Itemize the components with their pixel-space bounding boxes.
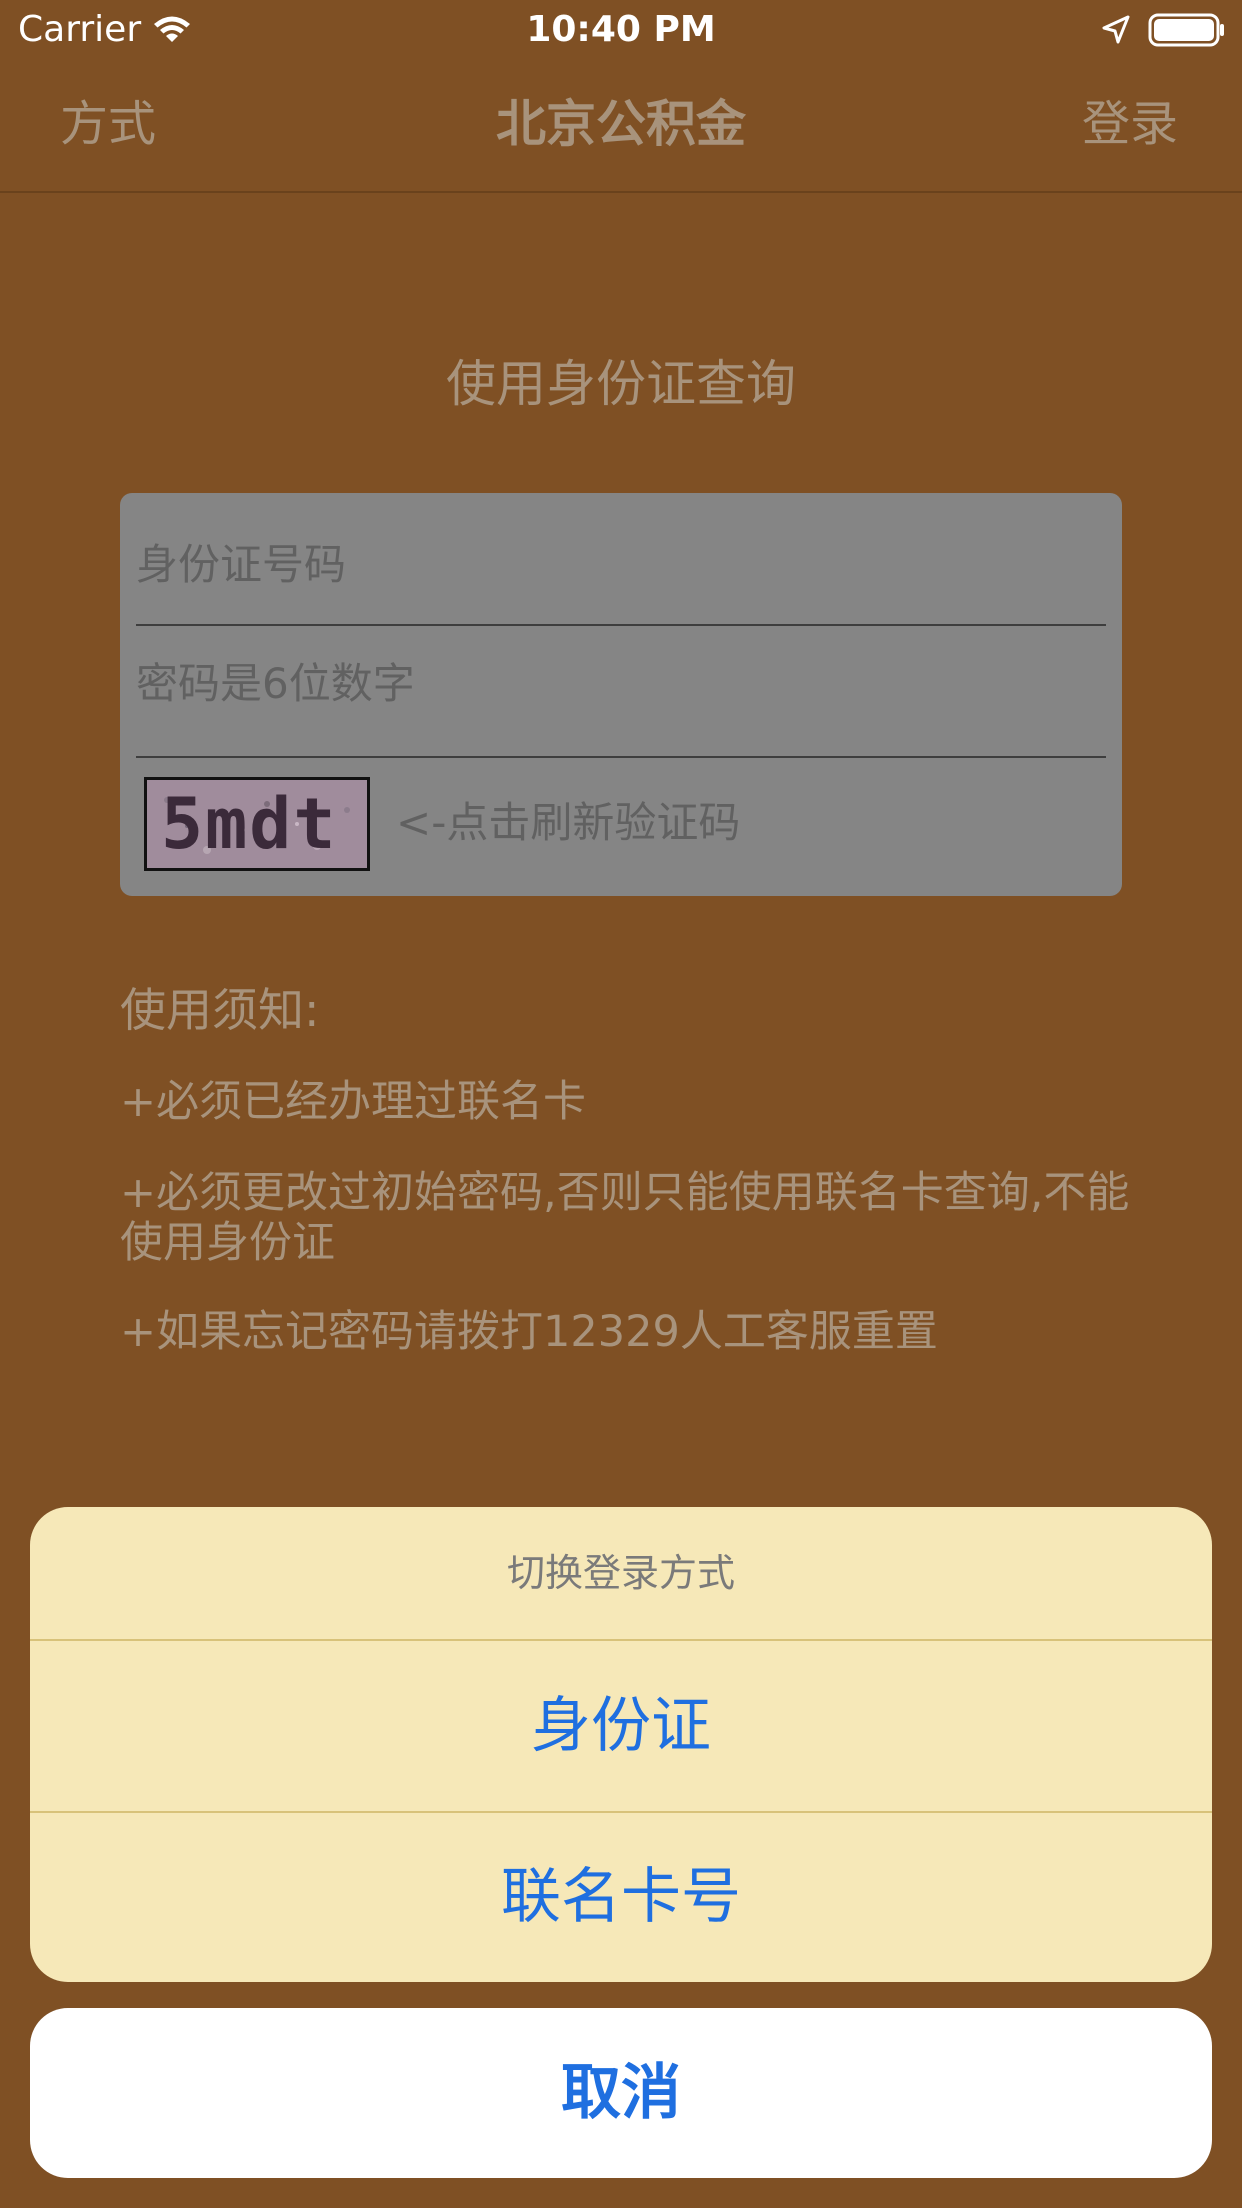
divider xyxy=(136,624,1106,626)
query-mode-title: 使用身份证查询 xyxy=(446,355,796,413)
login-form: 身份证号码 密码是6位数字 5mdt <-点击刷新验证码 xyxy=(120,493,1122,896)
divider xyxy=(136,756,1106,758)
action-sheet-title: 切换登录方式 xyxy=(506,1551,735,1595)
password-input[interactable]: 密码是6位数字 xyxy=(136,656,1106,712)
status-time: 10:40 PM xyxy=(526,9,716,50)
battery-icon xyxy=(1148,13,1224,47)
page-title: 北京公积金 xyxy=(496,95,746,153)
captcha-code: 5mdt xyxy=(161,783,338,865)
notice-item: +必须已经办理过联名卡 xyxy=(120,1077,587,1127)
option-joint-card[interactable]: 联名卡号 xyxy=(30,1813,1212,1982)
nav-bar: 方式 北京公积金 登录 xyxy=(0,60,1242,193)
login-mode-action-sheet: 切换登录方式 身份证 联名卡号 xyxy=(30,1507,1212,1982)
location-arrow-icon xyxy=(1102,15,1130,44)
status-bar: Carrier 10:40 PM xyxy=(0,0,1242,60)
notice-item: +如果忘记密码请拨打12329人工客服重置 xyxy=(120,1307,938,1357)
login-button[interactable]: 登录 xyxy=(1082,96,1178,152)
notice-item: +必须更改过初始密码,否则只能使用联名卡查询,不能使用身份证 xyxy=(120,1168,1130,1268)
id-number-input[interactable]: 身份证号码 xyxy=(136,537,1106,593)
captcha-refresh-hint: <-点击刷新验证码 xyxy=(396,798,741,847)
captcha-image[interactable]: 5mdt xyxy=(144,777,370,871)
option-id-card[interactable]: 身份证 xyxy=(30,1641,1212,1811)
cancel-button[interactable]: 取消 xyxy=(30,2008,1212,2178)
notice-title: 使用须知: xyxy=(120,983,320,1037)
